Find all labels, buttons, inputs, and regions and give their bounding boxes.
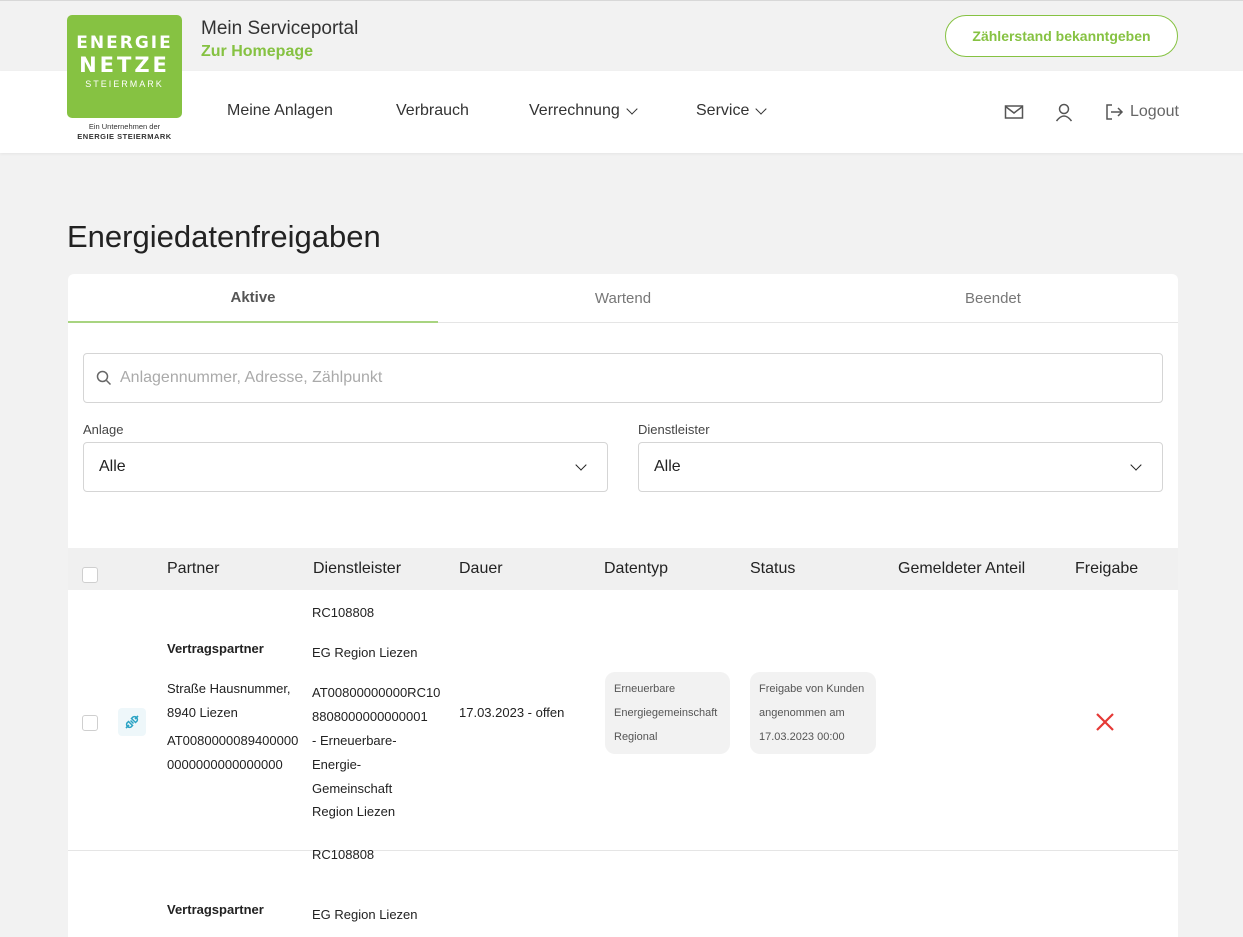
table-header: Partner Dienstleister Dauer Datentyp Sta… [68,548,1178,590]
nav-verrechnung[interactable]: Verrechnung [529,102,638,120]
nav-verbrauch[interactable]: Verbrauch [396,102,469,120]
provider-detail: AT00800000000RC10 8808000000000001 - Ern… [312,685,441,796]
provider-id: RC108808 [312,605,375,620]
provider-name: EG Region Liezen [312,907,418,922]
header-dienstleister: Dienstleister [313,560,402,577]
header-freigabe: Freigabe [1075,560,1139,577]
nav-meine-anlagen[interactable]: Meine Anlagen [227,102,333,120]
duration: 17.03.2023 - offen [459,705,565,720]
logo[interactable]: ENERGIE NETZE STEIERMARK [67,15,182,118]
tab-bar: Aktive Wartend Beendet [68,274,1178,323]
portal-title: Mein Serviceportal [201,18,359,39]
partner-title: Vertragspartner [167,902,264,917]
tab-wartend[interactable]: Wartend [438,274,808,323]
nav-service[interactable]: Service [696,102,768,120]
status-chip: Freigabe von Kunden angenommen am 17.03.… [750,672,876,754]
header-anteil: Gemeldeter Anteil [898,560,1026,577]
revoke-close-icon[interactable] [1094,711,1116,738]
logo-subtitle: Ein Unternehmen der ENERGIE STEIERMARK [77,122,172,141]
user-icon[interactable] [1054,102,1074,127]
header-status: Status [750,560,796,577]
provider-region: Region Liezen [312,804,396,819]
chevron-down-icon [755,103,768,115]
dienstleister-label: Dienstleister [638,422,710,437]
header-dauer: Dauer [459,560,503,577]
header-datentyp: Datentyp [604,560,669,577]
select-all-checkbox[interactable] [82,567,98,583]
table-row: RC108808 Vertragspartner EG Region Lieze… [68,847,1178,937]
anlage-select[interactable]: Alle [83,442,608,492]
search-icon [96,370,112,386]
plug-icon [118,708,146,736]
table-row: Vertragspartner Straße Hausnummer, 8940 … [68,590,1178,851]
tab-aktive[interactable]: Aktive [68,274,438,323]
anlage-label: Anlage [83,422,124,437]
logout-button[interactable]: Logout [1104,102,1179,122]
meter-reading-button[interactable]: Zählerstand bekanntgeben [945,15,1178,57]
header-partner: Partner [167,560,220,577]
provider-name: EG Region Liezen [312,645,418,660]
partner-address: Straße Hausnummer, 8940 Liezen [167,681,291,720]
row-checkbox[interactable] [82,715,98,731]
provider-id: RC108808 [312,847,375,862]
partner-title: Vertragspartner [167,641,264,656]
search-box [83,353,1163,403]
chevron-down-icon [575,459,587,471]
dienstleister-select[interactable]: Alle [638,442,1163,492]
mail-icon[interactable] [1004,102,1024,127]
datatype-chip: Erneuerbare Energiegemeinschaft Regional [605,672,730,754]
releases-card: Aktive Wartend Beendet Anlage Alle Diens… [68,274,1178,937]
tab-beendet[interactable]: Beendet [808,274,1178,323]
page-title: Energiedatenfreigaben [67,219,381,254]
partner-meter-point: AT0080000089400000 0000000000000000 [167,733,299,772]
logout-icon [1106,104,1124,120]
chevron-down-icon [626,103,638,115]
chevron-down-icon [1130,459,1142,471]
search-input[interactable] [120,369,1020,387]
homepage-link[interactable]: Zur Homepage [201,43,313,61]
